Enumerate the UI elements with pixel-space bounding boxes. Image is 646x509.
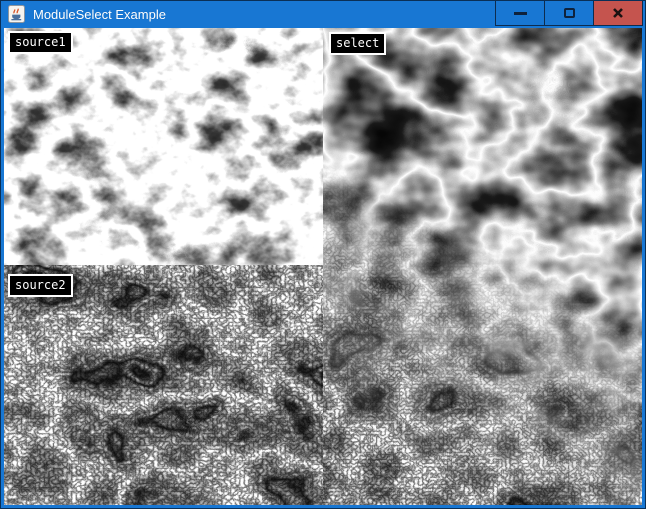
- source1-label: source1: [8, 31, 73, 54]
- titlebar[interactable]: ModuleSelect Example: [1, 0, 645, 28]
- close-button[interactable]: [593, 0, 643, 26]
- close-icon: [612, 7, 624, 19]
- app-window: ModuleSelect Example: [0, 0, 646, 509]
- select-image: [323, 28, 642, 505]
- select-label: select: [329, 32, 386, 55]
- java-coffee-cup-icon: [8, 5, 25, 23]
- window-controls: [495, 0, 643, 26]
- window-title: ModuleSelect Example: [33, 7, 166, 22]
- minimize-icon: [514, 12, 527, 15]
- minimize-button[interactable]: [495, 0, 545, 26]
- source1-image: [4, 28, 323, 265]
- source2-image: [4, 265, 323, 505]
- maximize-button[interactable]: [544, 0, 594, 26]
- source2-label: source2: [8, 274, 73, 297]
- maximize-icon: [564, 8, 575, 18]
- noise-canvas: source1 select source2: [4, 28, 642, 505]
